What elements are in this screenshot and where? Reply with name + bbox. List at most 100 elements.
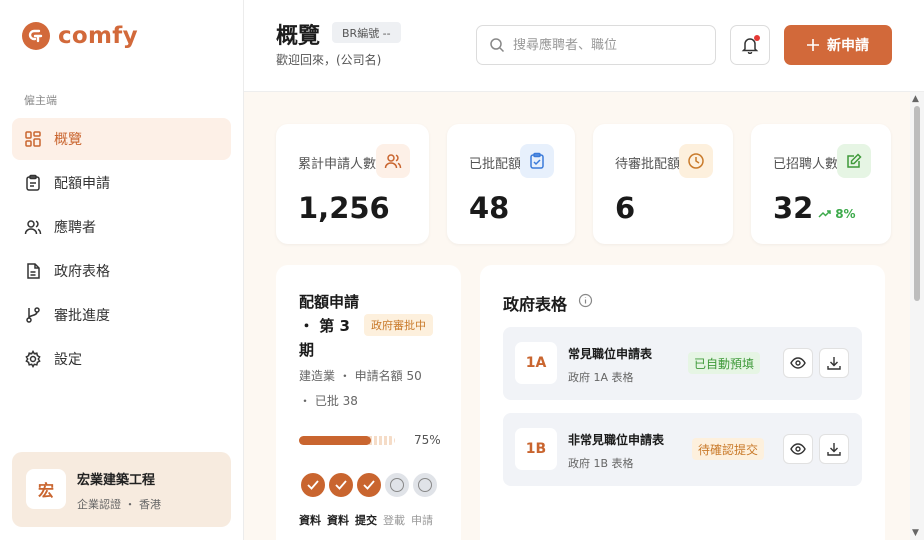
gear-icon	[25, 350, 41, 368]
main-area: 概覽 BR編號 -- 歡迎回來，(公司名) 新申請 累計申請人數	[244, 0, 924, 540]
status-badge: 政府審批中	[364, 314, 433, 336]
trend-value: 8%	[835, 207, 856, 221]
new-application-button[interactable]: 新申請	[784, 25, 892, 65]
sidebar-item-candidates[interactable]: 應聘者	[12, 206, 231, 248]
form-name: 非常見職位申請表	[568, 433, 665, 447]
form-name: 常見職位申請表	[568, 347, 653, 361]
notification-dot	[754, 35, 760, 41]
circle-icon	[418, 478, 432, 492]
stat-icon-wrap	[376, 144, 410, 178]
stat-card-pending-quota: 待審批配額 6	[593, 124, 733, 244]
trend-badge: 8%	[818, 207, 856, 221]
sidebar-item-label: 配額申請	[54, 176, 110, 192]
org-card[interactable]: 宏 宏業建築工程 企業認證 ・ 香港	[12, 452, 231, 527]
users-icon	[384, 154, 402, 169]
sidebar-item-label: 設定	[54, 352, 82, 368]
step-done	[355, 471, 383, 499]
plus-icon	[807, 39, 819, 51]
notification-button[interactable]	[730, 25, 770, 65]
stat-icon-wrap	[837, 144, 871, 178]
eye-icon	[790, 443, 806, 455]
page-title: 概覽	[276, 24, 321, 49]
status-badge: 已自動預填	[688, 352, 761, 374]
quota-subtitle: 建造業 ・ 申請名額 50 ・ 已批 38	[299, 369, 422, 408]
brand-name: comfy	[58, 23, 138, 49]
quota-application-card[interactable]: 配額申請 ・ 第 3 期 政府審批中 建造業 ・ 申請名額 50 ・ 已批 38…	[276, 265, 461, 540]
logo[interactable]: comfy	[22, 22, 138, 50]
quota-title: 配額申請 ・ 第 3 期	[299, 293, 360, 359]
gov-forms-card: 政府表格 1A 常見職位申請表 政府 1A 表格 已自動預填 1B 非常見職位申…	[480, 265, 885, 540]
download-button[interactable]	[819, 348, 849, 378]
sidebar-section-label: 僱主端	[24, 94, 57, 107]
scroll-down-icon[interactable]: ▼	[912, 528, 919, 538]
scroll-up-icon[interactable]: ▲	[912, 94, 919, 104]
preview-button[interactable]	[783, 348, 813, 378]
scrollbar[interactable]: ▲ ▼	[910, 92, 924, 540]
preview-button[interactable]	[783, 434, 813, 464]
page-header: 概覽 BR編號 -- 歡迎回來，(公司名) 新申請	[244, 0, 924, 92]
org-subtitle: 企業認證 ・ 香港	[77, 498, 161, 511]
stat-card-total-applicants: 累計申請人數 1,256	[276, 124, 429, 244]
info-icon[interactable]	[578, 293, 593, 308]
progress-fill	[299, 436, 371, 445]
avatar: 宏	[26, 469, 66, 509]
trend-up-icon	[818, 210, 831, 218]
circle-icon	[390, 478, 404, 492]
org-name: 宏業建築工程	[77, 473, 156, 488]
status-badge: 待確認提交	[692, 438, 765, 460]
step-label: 資料	[299, 514, 321, 527]
check-icon	[307, 480, 319, 490]
stat-card-approved-quota: 已批配額 48	[447, 124, 575, 244]
check-icon	[335, 480, 347, 490]
step-labels: 資料 資料 提交 登載 申請	[299, 510, 439, 532]
download-button[interactable]	[819, 434, 849, 464]
sidebar-item-gov-forms[interactable]: 政府表格	[12, 250, 231, 292]
step-label: 登載	[383, 514, 405, 527]
sidebar-item-quota[interactable]: 配額申請	[12, 162, 231, 204]
users-icon	[24, 220, 42, 235]
sidebar-item-label: 概覽	[54, 132, 82, 148]
stat-label: 累計申請人數	[298, 157, 377, 172]
sidebar-item-overview[interactable]: 概覽	[12, 118, 231, 160]
stat-icon-wrap	[520, 144, 554, 178]
form-row-1a[interactable]: 1A 常見職位申請表 政府 1A 表格 已自動預填	[503, 327, 862, 400]
check-icon	[363, 480, 375, 490]
stat-card-hired: 已招聘人數 32 8%	[751, 124, 891, 244]
logo-icon	[22, 22, 50, 50]
clock-icon	[688, 153, 704, 169]
sidebar-nav: 概覽 配額申請 應聘者 政府表格 審批進度 設定	[12, 118, 231, 382]
download-icon	[827, 443, 841, 456]
search-input[interactable]	[513, 37, 703, 53]
stat-label: 待審批配額	[615, 157, 681, 172]
step-pending	[383, 471, 411, 499]
stat-value: 48	[469, 191, 510, 225]
step-indicators	[299, 471, 439, 499]
step-pending	[411, 471, 439, 499]
form-code: 1B	[515, 428, 557, 470]
new-application-label: 新申請	[827, 38, 869, 54]
sidebar-item-settings[interactable]: 設定	[12, 338, 231, 380]
scroll-thumb[interactable]	[914, 106, 920, 301]
sidebar-item-label: 應聘者	[54, 220, 96, 236]
progress-percent: 75%	[414, 433, 441, 447]
dashboard-content: 累計申請人數 1,256 已批配額 48 待審批配額 6 已招聘人數 32 8%…	[244, 92, 910, 540]
search-box[interactable]	[476, 25, 716, 65]
br-badge: BR編號 --	[332, 22, 401, 43]
grid-icon	[25, 131, 41, 147]
download-icon	[827, 357, 841, 370]
git-branch-icon	[26, 307, 40, 323]
stat-value: 1,256	[298, 191, 390, 225]
step-label: 申請	[411, 514, 433, 527]
form-row-1b[interactable]: 1B 非常見職位申請表 政府 1B 表格 待確認提交	[503, 413, 862, 486]
clipboard-icon	[26, 174, 40, 191]
form-subtitle: 政府 1B 表格	[568, 457, 634, 470]
search-icon	[490, 38, 505, 53]
edit-icon	[847, 153, 862, 168]
stat-label: 已招聘人數	[773, 157, 839, 172]
progress-bar	[299, 436, 395, 445]
sidebar-item-approval[interactable]: 審批進度	[12, 294, 231, 336]
section-title: 政府表格	[503, 295, 568, 314]
sidebar: comfy 僱主端 概覽 配額申請 應聘者 政府表格 審批進度 設定 宏 宏業建…	[0, 0, 244, 540]
sidebar-item-label: 政府表格	[54, 264, 110, 280]
stat-value: 6	[615, 191, 636, 225]
